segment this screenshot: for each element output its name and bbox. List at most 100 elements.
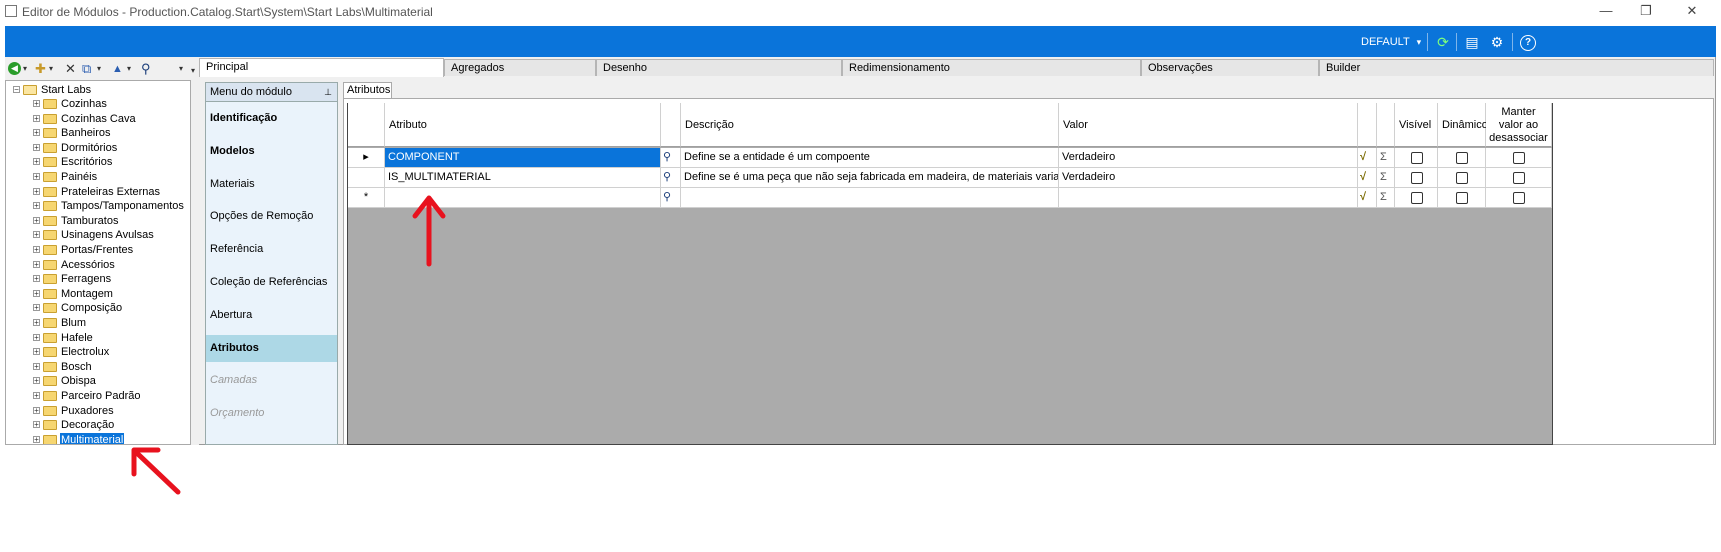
menu-item[interactable]: Modelos	[206, 138, 337, 165]
new-folder-icon[interactable]: ✚	[35, 61, 46, 77]
checkbox-dinamico[interactable]	[1456, 152, 1468, 164]
formula-icon[interactable]: √	[1358, 148, 1377, 168]
expand-icon[interactable]: +	[33, 143, 40, 151]
back-icon[interactable]: ◀	[8, 62, 21, 75]
chevron-down-icon[interactable]: ▾	[49, 61, 53, 77]
chevron-down-icon[interactable]: ▾	[179, 61, 183, 77]
tab-5[interactable]: Builder	[1319, 59, 1714, 76]
column-header-valor[interactable]: Valor	[1059, 103, 1358, 147]
cell-descricao[interactable]	[681, 188, 1059, 208]
help-icon[interactable]: ?	[1520, 35, 1536, 51]
cell-manter[interactable]	[1486, 188, 1552, 208]
cell-dinamico[interactable]	[1438, 168, 1486, 188]
expand-icon[interactable]: +	[33, 202, 40, 210]
binoculars-icon[interactable]: ⚲	[141, 61, 151, 77]
checkbox-manter[interactable]	[1513, 192, 1525, 204]
expand-icon[interactable]: +	[33, 435, 40, 443]
cell-valor[interactable]: Verdadeiro	[1059, 168, 1358, 188]
tab-2[interactable]: Desenho	[596, 59, 842, 76]
chevron-down-icon[interactable]: ▾	[127, 61, 131, 77]
tab-atributos[interactable]: Atributos	[343, 82, 392, 98]
menu-item[interactable]: Identificação	[206, 105, 337, 132]
menu-item[interactable]: Atributos	[206, 334, 337, 362]
cell-atributo[interactable]: IS_MULTIMATERIAL	[385, 168, 661, 188]
minimize-button[interactable]: —	[1586, 2, 1626, 20]
menu-item[interactable]: Referência	[206, 236, 337, 263]
expand-icon[interactable]: +	[33, 129, 40, 137]
menu-item[interactable]: Materiais	[206, 171, 337, 198]
pin-icon[interactable]: ⊥	[324, 83, 332, 101]
gear-icon[interactable]: ⚙	[1488, 33, 1506, 51]
formula-icon[interactable]: √	[1358, 188, 1377, 208]
cell-dinamico[interactable]	[1438, 188, 1486, 208]
expand-icon[interactable]: +	[33, 187, 40, 195]
expand-icon[interactable]: +	[33, 100, 40, 108]
column-header-atributo[interactable]: Atributo	[385, 103, 661, 147]
expand-icon[interactable]: +	[33, 260, 40, 268]
tab-1[interactable]: Agregados	[444, 59, 596, 76]
move-up-icon[interactable]: ▲	[112, 61, 123, 77]
refresh-icon[interactable]: ⟳	[1434, 33, 1452, 51]
expand-icon[interactable]: +	[33, 392, 40, 400]
cell-dinamico[interactable]	[1438, 148, 1486, 168]
profile-dropdown[interactable]: DEFAULT ▾	[1361, 36, 1421, 48]
expand-icon[interactable]: +	[33, 304, 40, 312]
checkbox-visivel[interactable]	[1411, 192, 1423, 204]
expand-icon[interactable]: +	[33, 333, 40, 341]
expand-icon[interactable]: +	[33, 173, 40, 181]
menu-item[interactable]: Coleção de Referências	[206, 269, 337, 296]
checkbox-visivel[interactable]	[1411, 172, 1423, 184]
cell-descricao[interactable]: Define se a entidade é um compoente	[681, 148, 1059, 168]
checkbox-dinamico[interactable]	[1456, 192, 1468, 204]
expand-icon[interactable]: +	[33, 158, 40, 166]
expand-icon[interactable]: +	[33, 289, 40, 297]
expand-icon[interactable]: +	[33, 275, 40, 283]
cell-valor[interactable]: Verdadeiro	[1059, 148, 1358, 168]
cell-visivel[interactable]	[1395, 188, 1438, 208]
cell-visivel[interactable]	[1395, 168, 1438, 188]
expand-icon[interactable]: +	[33, 421, 40, 429]
checkbox-dinamico[interactable]	[1456, 172, 1468, 184]
column-header-descricao[interactable]: Descrição	[681, 103, 1059, 147]
cell-manter[interactable]	[1486, 148, 1552, 168]
cell-manter[interactable]	[1486, 168, 1552, 188]
binoculars-icon[interactable]: ⚲	[661, 188, 681, 208]
checkbox-manter[interactable]	[1513, 172, 1525, 184]
binoculars-icon[interactable]: ⚲	[661, 168, 681, 188]
menu-item[interactable]: Abertura	[206, 302, 337, 329]
sigma-icon[interactable]: Σ	[1377, 168, 1395, 188]
menu-item[interactable]: Opções de Remoção	[206, 203, 337, 230]
checkbox-manter[interactable]	[1513, 152, 1525, 164]
checkbox-visivel[interactable]	[1411, 152, 1423, 164]
tab-4[interactable]: Observações	[1141, 59, 1319, 76]
sigma-icon[interactable]: Σ	[1377, 188, 1395, 208]
cell-descricao[interactable]: Define se é uma peça que não seja fabric…	[681, 168, 1059, 188]
splitter[interactable]: ▾	[191, 58, 199, 445]
expand-icon[interactable]: +	[33, 406, 40, 414]
column-header-visivel[interactable]: Visível	[1395, 103, 1438, 147]
binoculars-icon[interactable]: ⚲	[661, 148, 681, 168]
column-header-dinamico[interactable]: Dinâmico	[1438, 103, 1488, 147]
expand-icon[interactable]: +	[33, 231, 40, 239]
chevron-down-icon[interactable]: ▾	[97, 61, 101, 77]
tab-3[interactable]: Redimensionamento	[842, 59, 1141, 76]
close-button[interactable]: ✕	[1672, 2, 1712, 20]
expand-icon[interactable]: +	[33, 348, 40, 356]
expand-icon[interactable]: +	[33, 246, 40, 254]
layout-icon[interactable]: ▤	[1463, 33, 1481, 51]
expand-icon[interactable]: +	[33, 114, 40, 122]
expand-icon[interactable]: +	[33, 362, 40, 370]
expand-icon[interactable]: +	[33, 216, 40, 224]
cell-atributo[interactable]: COMPONENT	[385, 148, 661, 168]
expand-icon[interactable]: +	[33, 377, 40, 385]
expand-icon[interactable]: +	[33, 319, 40, 327]
sigma-icon[interactable]: Σ	[1377, 148, 1395, 168]
column-header-manter[interactable]: Manter valor ao desassociar	[1486, 103, 1552, 147]
cell-valor[interactable]	[1059, 188, 1358, 208]
restore-button[interactable]: ❐	[1626, 2, 1666, 20]
chevron-down-icon[interactable]: ▾	[191, 66, 195, 75]
tab-0[interactable]: Principal	[199, 58, 444, 77]
delete-icon[interactable]: ✕	[65, 61, 76, 77]
formula-icon[interactable]: √	[1358, 168, 1377, 188]
chevron-down-icon[interactable]: ▾	[23, 61, 27, 77]
